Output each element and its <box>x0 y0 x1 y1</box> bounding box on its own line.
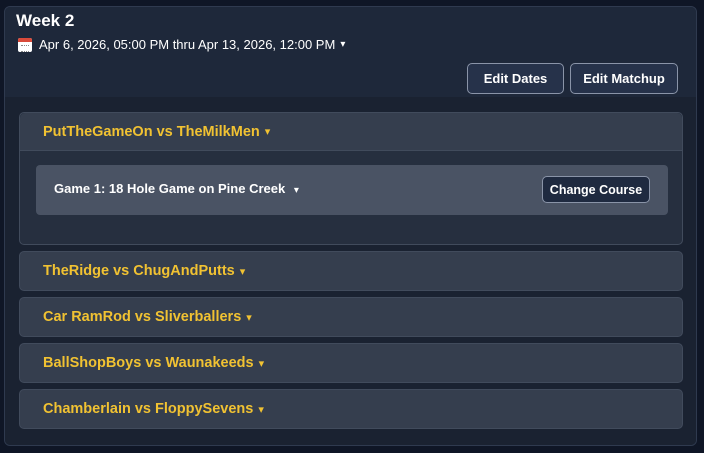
matchup-label: TheRidge vs ChugAndPutts <box>43 263 235 279</box>
chevron-down-icon: ▾ <box>293 185 299 196</box>
game-label: Game 1: 18 Hole Game on Pine Creek <box>54 181 286 196</box>
chevron-down-icon: ▾ <box>246 311 252 324</box>
matchup-label: Chamberlain vs FloppySevens <box>43 401 254 417</box>
edit-dates-button[interactable]: Edit Dates <box>467 63 564 94</box>
matchup-toggle[interactable]: BallShopBoys vs Waunakeeds ▾ <box>20 344 682 382</box>
chevron-down-icon: ▾ <box>264 126 271 138</box>
calendar-icon <box>18 37 32 52</box>
game-toggle[interactable]: Game 1: 18 Hole Game on Pine Creek ▾ <box>54 181 299 196</box>
date-range-text: Apr 6, 2026, 05:00 PM thru Apr 13, 2026,… <box>39 37 336 52</box>
matchup-item: Chamberlain vs FloppySevens ▾ <box>19 389 683 429</box>
chevron-down-icon: ▾ <box>340 39 346 50</box>
game-row: Game 1: 18 Hole Game on Pine Creek ▾ Cha… <box>36 165 668 215</box>
edit-matchup-button[interactable]: Edit Matchup <box>570 63 678 94</box>
matchup-list: PutTheGameOn vs TheMilkMen ▾ Game 1: 18 … <box>5 97 696 445</box>
matchup-item: Car RamRod vs Sliverballers ▾ <box>19 297 683 337</box>
matchup-item: PutTheGameOn vs TheMilkMen ▾ Game 1: 18 … <box>19 112 683 245</box>
chevron-down-icon: ▾ <box>258 403 264 416</box>
matchup-item: BallShopBoys vs Waunakeeds ▾ <box>19 343 683 383</box>
date-range-selector[interactable]: Apr 6, 2026, 05:00 PM thru Apr 13, 2026,… <box>18 37 345 52</box>
week-header: Week 2 Apr 6, 2026, 05:00 PM thru Apr 13… <box>5 7 696 97</box>
chevron-down-icon: ▾ <box>239 265 246 278</box>
matchup-toggle[interactable]: PutTheGameOn vs TheMilkMen ▾ <box>20 113 682 151</box>
matchup-toggle[interactable]: TheRidge vs ChugAndPutts ▾ <box>20 252 682 290</box>
chevron-down-icon: ▾ <box>258 357 265 370</box>
matchup-label: PutTheGameOn vs TheMilkMen <box>43 123 260 140</box>
matchup-label: BallShopBoys vs Waunakeeds <box>43 355 254 371</box>
matchup-item: TheRidge vs ChugAndPutts ▾ <box>19 251 683 291</box>
matchup-toggle[interactable]: Car RamRod vs Sliverballers ▾ <box>20 298 682 336</box>
matchup-toggle[interactable]: Chamberlain vs FloppySevens ▾ <box>20 390 682 428</box>
week-panel: Week 2 Apr 6, 2026, 05:00 PM thru Apr 13… <box>4 6 697 446</box>
week-title: Week 2 <box>16 11 75 30</box>
change-course-button[interactable]: Change Course <box>542 176 650 203</box>
matchup-label: Car RamRod vs Sliverballers <box>43 309 242 325</box>
